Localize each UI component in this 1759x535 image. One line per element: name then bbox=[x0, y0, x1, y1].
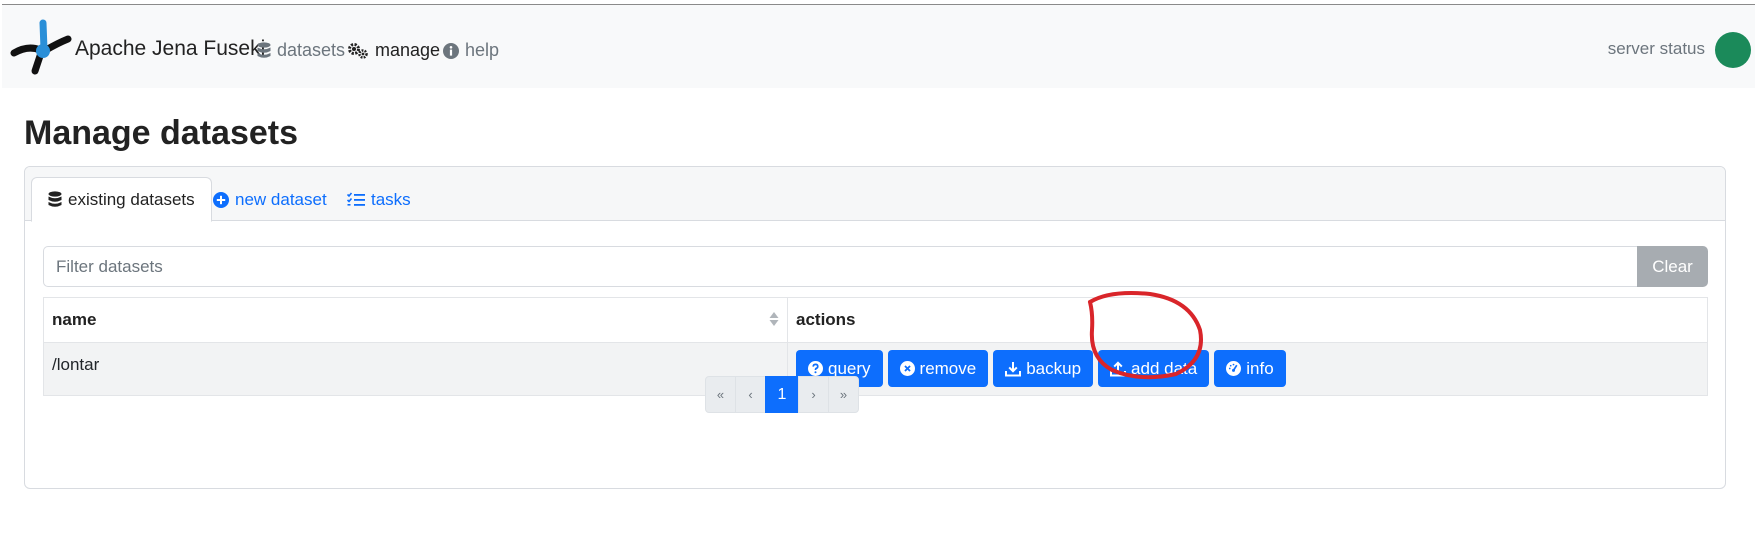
tab-bar: existing datasets new dataset tasks bbox=[25, 167, 1725, 222]
task-list-icon bbox=[347, 192, 365, 206]
page-prev[interactable]: ‹ bbox=[735, 376, 766, 413]
info-button[interactable]: info bbox=[1214, 350, 1286, 387]
name-column-label: name bbox=[52, 310, 97, 329]
gauge-icon bbox=[1226, 361, 1242, 376]
table-header-row: name actions bbox=[43, 297, 1708, 343]
nav-manage[interactable]: manage bbox=[347, 40, 440, 61]
info-icon bbox=[443, 42, 459, 59]
nav-datasets-label: datasets bbox=[277, 40, 346, 60]
sort-icon[interactable] bbox=[769, 311, 779, 327]
add-data-button-label: add data bbox=[1131, 358, 1198, 378]
filter-datasets-input[interactable] bbox=[43, 246, 1637, 287]
page-next[interactable]: › bbox=[798, 376, 829, 413]
x-circle-icon bbox=[899, 361, 915, 376]
info-button-label: info bbox=[1246, 358, 1274, 378]
tab-tasks[interactable]: tasks bbox=[331, 177, 427, 222]
nav-help[interactable]: help bbox=[443, 40, 499, 61]
page-current[interactable]: 1 bbox=[765, 376, 799, 413]
tab-new-dataset-label: new dataset bbox=[235, 189, 327, 209]
nav-help-label: help bbox=[465, 40, 500, 60]
datasets-table: name actions /lontar query remove backup… bbox=[43, 297, 1708, 396]
tab-new-dataset[interactable]: new dataset bbox=[197, 177, 343, 222]
tab-tasks-label: tasks bbox=[371, 189, 411, 209]
dataset-name: /lontar bbox=[52, 355, 100, 374]
download-icon bbox=[1005, 361, 1022, 376]
plus-circle-icon bbox=[213, 191, 229, 208]
tab-existing-datasets[interactable]: existing datasets bbox=[31, 177, 212, 222]
page-first[interactable]: « bbox=[705, 376, 736, 413]
dataset-name-cell: /lontar bbox=[43, 342, 788, 396]
pagination: « ‹ 1 › » bbox=[705, 376, 859, 413]
backup-button-label: backup bbox=[1026, 358, 1082, 378]
clear-filter-button[interactable]: Clear bbox=[1637, 246, 1708, 287]
remove-button-label: remove bbox=[919, 358, 977, 378]
server-status-label: server status bbox=[1607, 39, 1705, 58]
actions-column-header: actions bbox=[787, 297, 1708, 343]
server-status-indicator bbox=[1715, 32, 1751, 68]
dataset-actions-cell: query remove backup add data info bbox=[787, 342, 1708, 396]
top-navbar: Apache Jena Fuseki datasets manage help … bbox=[2, 4, 1755, 88]
page-title: Manage datasets bbox=[24, 114, 298, 152]
actions-column-label: actions bbox=[796, 310, 856, 329]
add-data-button[interactable]: add data bbox=[1098, 350, 1210, 387]
page-last[interactable]: » bbox=[828, 376, 859, 413]
database-icon bbox=[48, 191, 62, 207]
nav-manage-label: manage bbox=[375, 40, 441, 60]
fuseki-logo bbox=[10, 19, 72, 75]
tab-existing-datasets-label: existing datasets bbox=[68, 189, 195, 209]
database-icon bbox=[257, 42, 271, 58]
name-column-header[interactable]: name bbox=[43, 297, 788, 343]
backup-button[interactable]: backup bbox=[993, 350, 1094, 387]
datasets-card: existing datasets new dataset tasks Cl bbox=[24, 166, 1726, 489]
gears-icon bbox=[348, 42, 368, 59]
remove-button[interactable]: remove bbox=[887, 350, 989, 387]
nav-datasets[interactable]: datasets bbox=[257, 40, 345, 61]
question-circle-icon bbox=[808, 361, 823, 376]
brand-name[interactable]: Apache Jena Fuseki bbox=[75, 37, 265, 61]
filter-row: Clear bbox=[43, 246, 1708, 287]
table-row: /lontar query remove backup add data inf… bbox=[43, 342, 1708, 396]
upload-icon bbox=[1110, 360, 1127, 376]
